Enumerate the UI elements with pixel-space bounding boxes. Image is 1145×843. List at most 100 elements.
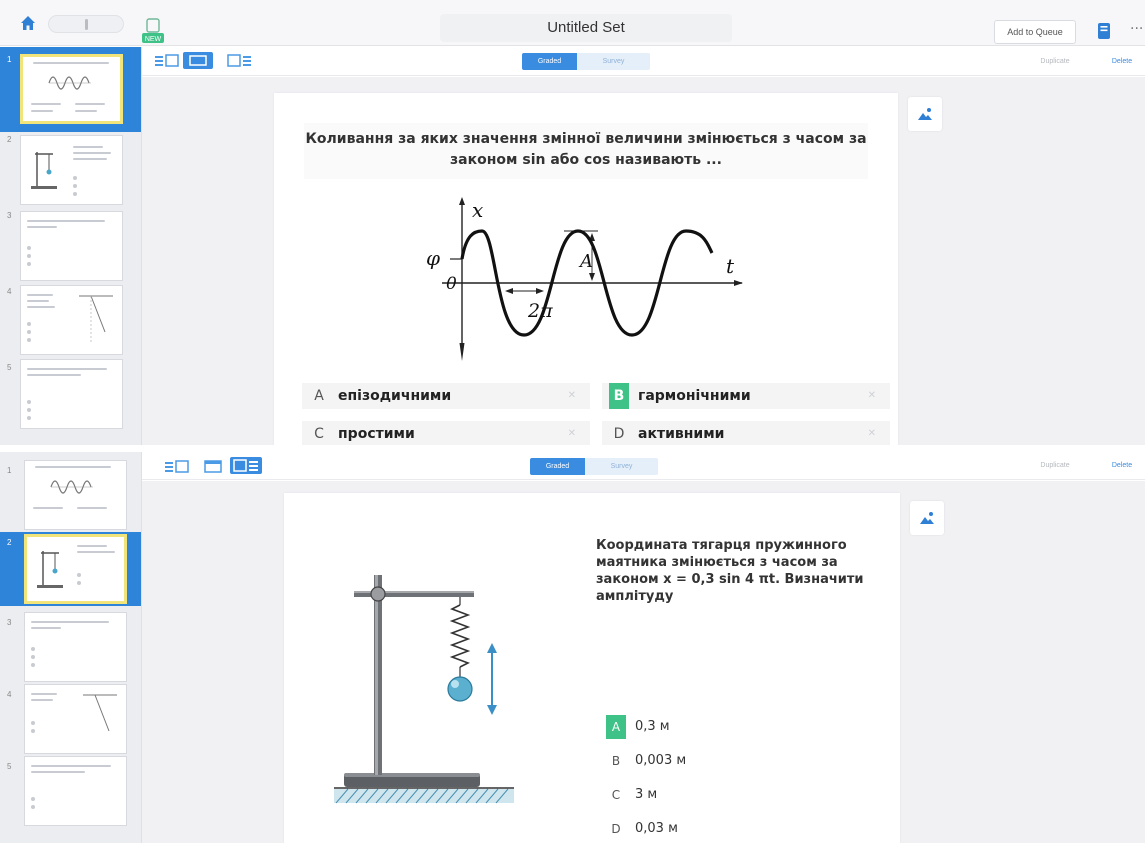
- layout-text-right-icon[interactable]: [227, 53, 253, 68]
- answer-letter: A: [314, 388, 324, 404]
- answer-option-b[interactable]: B гармонічними ✕: [602, 383, 890, 409]
- editor-toolbar: Graded Survey Duplicate Delete: [142, 46, 1145, 76]
- text-cursor-icon: [85, 19, 88, 30]
- graded-mode-button[interactable]: Graded: [530, 458, 585, 475]
- layout-text-right-icon[interactable]: [230, 457, 262, 474]
- slide-thumbnail-3[interactable]: [24, 612, 127, 682]
- slide-canvas: Коливання за яких значення змінної велич…: [142, 77, 1145, 445]
- slide-number: 4: [7, 690, 12, 699]
- answer-letter: D: [613, 426, 625, 442]
- slide-thumbnail-5[interactable]: [20, 359, 123, 429]
- answer-letter-correct[interactable]: A: [606, 715, 626, 739]
- answer-text: простими: [338, 426, 415, 442]
- slide-number: 1: [7, 55, 12, 64]
- remove-answer-icon[interactable]: ✕: [568, 421, 576, 445]
- pendulum-thumbnail-icon: [79, 295, 113, 342]
- answer-text: 0,03 м: [635, 821, 678, 836]
- answer-text: епізодичними: [338, 388, 452, 404]
- x-axis-label: x: [472, 198, 483, 222]
- pendulum-thumbnail-icon: [31, 152, 57, 189]
- delete-button[interactable]: Delete: [1102, 458, 1142, 473]
- slide-thumbnail-2[interactable]: [24, 534, 127, 604]
- image-icon: [918, 108, 932, 120]
- answer-option-c[interactable]: C простими ✕: [302, 421, 590, 445]
- question-text[interactable]: Коливання за яких значення змінної велич…: [304, 123, 868, 179]
- question-text[interactable]: Координата тягарця пружинного маятника з…: [596, 537, 868, 605]
- survey-mode-button[interactable]: Survey: [577, 53, 650, 70]
- answer-letter: C: [611, 788, 621, 802]
- amplitude-label: A: [578, 251, 593, 272]
- layout-text-left-icon[interactable]: [164, 459, 190, 474]
- add-to-queue-button[interactable]: Add to Queue: [994, 20, 1076, 44]
- answer-letter: D: [611, 822, 621, 836]
- answer-text: 0,003 м: [635, 753, 687, 768]
- origin-label: 0: [446, 274, 457, 294]
- answer-option-a[interactable]: A епізодичними ✕: [302, 383, 590, 409]
- question-mode-toggle: Graded Survey: [530, 458, 658, 475]
- remove-answer-icon[interactable]: ✕: [868, 421, 876, 445]
- slide-number: 5: [7, 762, 12, 771]
- pendulum-thumbnail-icon: [37, 551, 63, 588]
- image-icon: [920, 512, 934, 524]
- answer-text: гармонічними: [638, 388, 751, 404]
- slide-number: 4: [7, 287, 12, 296]
- answer-text: 3 м: [635, 787, 658, 802]
- remove-answer-icon[interactable]: ✕: [568, 383, 576, 409]
- slide-thumbnail-4[interactable]: [20, 285, 123, 355]
- answer-option-d[interactable]: D активними ✕: [602, 421, 890, 445]
- remove-answer-icon[interactable]: ✕: [868, 383, 876, 409]
- phi-label: φ: [426, 246, 440, 270]
- new-feature-icon[interactable]: NEW: [141, 18, 165, 44]
- t-axis-label: t: [726, 254, 735, 278]
- slide-thumbnail-2[interactable]: [20, 135, 123, 205]
- duplicate-button[interactable]: Duplicate: [1022, 458, 1088, 473]
- oscillation-graph-image[interactable]: x t φ 0 A 2π: [412, 193, 752, 363]
- layout-image-center-icon[interactable]: [183, 52, 213, 69]
- spring-pendulum-image[interactable]: [324, 559, 524, 809]
- home-icon[interactable]: [18, 13, 38, 33]
- duplicate-button[interactable]: Duplicate: [1022, 54, 1088, 69]
- answer-option-c[interactable]: C 3 м: [606, 783, 756, 807]
- answer-letter-correct[interactable]: B: [609, 383, 629, 409]
- period-label: 2π: [527, 300, 553, 322]
- delete-button[interactable]: Delete: [1102, 54, 1142, 69]
- slide-thumbnail-1[interactable]: [20, 54, 123, 124]
- question-card: Коливання за яких значення змінної велич…: [274, 93, 898, 445]
- slide-thumbnail-4[interactable]: [24, 684, 127, 754]
- answer-letter: B: [611, 754, 621, 768]
- slides-view-icon[interactable]: [1097, 22, 1111, 40]
- slide-thumbnail-1[interactable]: [24, 460, 127, 530]
- sine-wave-thumbnail-icon: [50, 480, 93, 494]
- slide-number: 1: [7, 466, 12, 475]
- slide-number: 5: [7, 363, 12, 372]
- slide-number: 3: [7, 211, 12, 220]
- answer-letter: C: [314, 426, 324, 442]
- sine-wave-thumbnail-icon: [48, 76, 91, 90]
- question-card: Координата тягарця пружинного маятника з…: [284, 493, 900, 843]
- slide-number: 2: [7, 135, 12, 144]
- answer-option-b[interactable]: B 0,003 м: [606, 749, 756, 773]
- more-menu-button[interactable]: ···: [1130, 22, 1145, 40]
- slide-thumbnail-3[interactable]: [20, 211, 123, 281]
- slide-canvas: Координата тягарця пружинного маятника з…: [142, 481, 1145, 843]
- layout-image-center-icon[interactable]: [200, 459, 226, 474]
- answer-text: 0,3 м: [635, 719, 670, 734]
- pendulum-thumbnail-icon: [83, 694, 117, 732]
- slide-number: 3: [7, 618, 12, 627]
- slide-sidebar: 1 2 3 4 5: [0, 47, 142, 445]
- add-image-button[interactable]: [910, 501, 944, 535]
- answer-option-d[interactable]: D 0,03 м: [606, 817, 756, 841]
- slide-sidebar: 1 2 3 4 5: [0, 452, 142, 843]
- slide-number: 2: [7, 538, 12, 547]
- answer-option-a[interactable]: A 0,3 м: [606, 715, 756, 739]
- editor-toolbar: Graded Survey Duplicate Delete: [142, 452, 1145, 480]
- graded-mode-button[interactable]: Graded: [522, 53, 577, 70]
- search-field[interactable]: [48, 15, 124, 33]
- add-image-button[interactable]: [908, 97, 942, 131]
- survey-mode-button[interactable]: Survey: [585, 458, 658, 475]
- slide-thumbnail-5[interactable]: [24, 756, 127, 826]
- top-bar: NEW Untitled Set Add to Queue ···: [0, 0, 1145, 46]
- layout-text-left-icon[interactable]: [154, 53, 180, 68]
- set-title-field[interactable]: Untitled Set: [440, 14, 732, 42]
- new-badge: NEW: [145, 36, 162, 43]
